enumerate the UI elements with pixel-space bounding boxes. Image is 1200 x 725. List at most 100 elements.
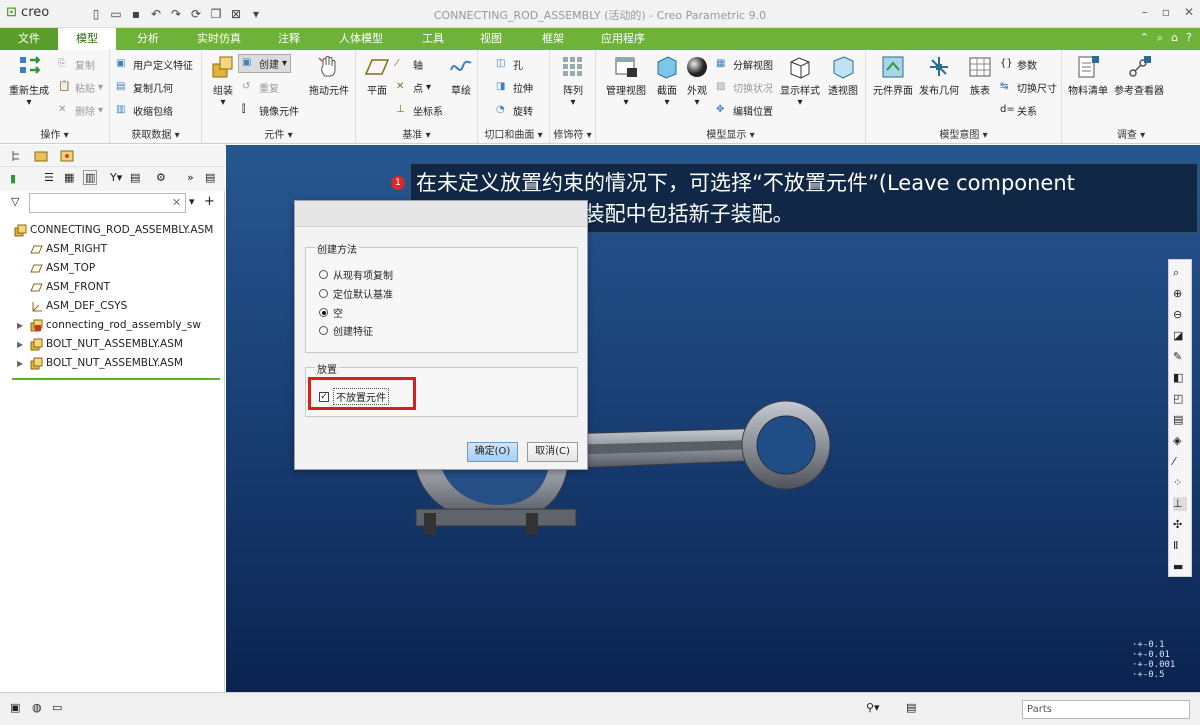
revolve-button[interactable]: ◔ 旋转 — [496, 103, 533, 119]
reference-viewer-button[interactable]: 参考查看器 — [1114, 54, 1164, 97]
tree-item[interactable]: ASM_RIGHT — [0, 240, 225, 259]
tree-list-icon[interactable]: ☰ — [44, 171, 54, 184]
tab-analysis[interactable]: 分析 — [122, 28, 174, 50]
repaint-icon[interactable]: ◪ — [1173, 329, 1187, 343]
favorites-tab-icon[interactable] — [60, 149, 74, 163]
show-navigator-icon[interactable]: ▣ — [10, 701, 26, 717]
ok-button[interactable]: 确定(O) — [467, 442, 518, 462]
group-label[interactable]: 调查 ▾ — [1062, 126, 1200, 141]
expand-panel-icon[interactable]: » — [187, 171, 194, 184]
tree-columns-icon[interactable]: ▦ — [64, 171, 74, 184]
csys-button[interactable]: ⊥ 坐标系 — [396, 103, 443, 119]
tree-item[interactable]: ASM_TOP — [0, 259, 225, 278]
delete-button[interactable]: ✕ 删除 ▾ — [58, 103, 103, 119]
explode-view-button[interactable]: ▦ 分解视图 — [716, 57, 773, 73]
display-style-icon[interactable]: ◧ — [1173, 371, 1187, 385]
spin-icon[interactable]: ✣ — [1173, 518, 1187, 532]
help-icon[interactable]: ? — [1186, 31, 1192, 45]
drag-component-button[interactable]: 拖动元件 — [306, 54, 352, 97]
copy-geometry-button[interactable]: ▤ 复制几何 — [116, 80, 173, 96]
toggle-status-button[interactable]: ▧ 切换状况 — [716, 80, 773, 96]
minimize-icon[interactable]: – — [1142, 5, 1148, 19]
paste-button[interactable]: 📋 粘贴 ▾ — [58, 80, 103, 96]
group-label[interactable]: 模型显示 ▾ — [596, 126, 865, 141]
create-button[interactable]: ▣ 创建 ▾ — [238, 54, 292, 73]
tab-tools[interactable]: 工具 — [410, 28, 456, 50]
annotation-display-icon[interactable]: ▬ — [1173, 560, 1187, 574]
model-tree-tab-icon[interactable] — [10, 149, 24, 163]
tree-settings-icon[interactable]: ▤ — [130, 171, 140, 184]
cancel-button[interactable]: 取消(C) — [527, 442, 578, 462]
settings-gear-icon[interactable]: ⚙ — [156, 171, 166, 184]
relations-button[interactable]: d= 关系 — [1000, 103, 1037, 119]
radio-empty[interactable]: 空 — [319, 305, 343, 320]
mirror-component-button[interactable]: ⫿ 镜像元件 — [242, 103, 299, 119]
refit-icon[interactable]: ⌕ — [1173, 266, 1187, 280]
full-screen-icon[interactable]: ▭ — [52, 701, 68, 717]
point-display-icon[interactable]: ⁘ — [1173, 476, 1187, 490]
publish-geometry-button[interactable]: 发布几何 — [916, 54, 962, 97]
saved-orientations-icon[interactable]: ◰ — [1173, 392, 1187, 406]
repeat-button[interactable]: ↺ 重复 — [242, 80, 279, 96]
display-style-button[interactable]: 显示样式 ▾ — [778, 54, 822, 108]
group-label[interactable]: 元件 ▾ — [202, 126, 355, 141]
clear-filter-icon[interactable]: ✕ — [172, 196, 181, 209]
switch-dimensions-button[interactable]: ↹ 切换尺寸 — [1000, 80, 1057, 96]
tab-live-simulation[interactable]: 实时仿真 — [184, 28, 254, 50]
shrinkwrap-button[interactable]: ▥ 收缩包络 — [116, 103, 173, 119]
tree-filters-icon[interactable]: Y▾ — [110, 171, 122, 184]
component-interface-button[interactable]: 元件界面 — [870, 54, 916, 97]
tree-item[interactable]: CONNECTING_ROD_ASSEMBLY.ASM — [0, 221, 225, 240]
group-label[interactable]: 修饰符 ▾ — [550, 126, 595, 141]
tree-item[interactable]: ▶ BOLT_NUT_ASSEMBLY.ASM — [0, 354, 225, 373]
tree-item[interactable]: ▶ BOLT_NUT_ASSEMBLY.ASM — [0, 335, 225, 354]
group-label[interactable]: 获取数据 ▾ — [110, 126, 201, 141]
tree-item[interactable]: ASM_DEF_CSYS — [0, 297, 225, 316]
view-manager-icon[interactable]: ▤ — [1173, 413, 1187, 427]
selection-filter-dropdown[interactable]: Parts — [1022, 700, 1190, 719]
extrude-button[interactable]: ◨ 拉伸 — [496, 80, 533, 96]
hat-icon[interactable]: ⌂ — [1171, 31, 1178, 45]
plane-button[interactable]: 平面 — [360, 54, 394, 97]
expand-arrow-icon[interactable]: ▶ — [17, 316, 23, 335]
group-label[interactable]: 模型意图 ▾ — [866, 126, 1061, 141]
add-filter-icon[interactable]: + — [204, 194, 215, 209]
find-icon[interactable]: ⚲▾ — [866, 701, 882, 717]
copy-button[interactable]: ⎘ 复制 — [58, 57, 95, 73]
tab-applications[interactable]: 应用程序 — [590, 28, 656, 50]
perspective-view-icon[interactable]: ◈ — [1173, 434, 1187, 448]
group-label[interactable]: 操作 ▾ — [0, 126, 109, 141]
spin-center-icon[interactable]: ✎ — [1173, 350, 1187, 364]
close-icon[interactable]: ✕ — [1184, 5, 1194, 19]
tree-search-input[interactable] — [29, 193, 186, 213]
selection-icon[interactable]: ▤ — [906, 701, 922, 717]
tab-framework[interactable]: 框架 — [530, 28, 576, 50]
dialog-header[interactable] — [295, 201, 587, 227]
csys-display-icon[interactable]: ⊥ — [1173, 497, 1187, 511]
radio-copy-existing[interactable]: 从现有项复制 — [319, 267, 393, 282]
perspective-button[interactable]: 透视图 — [824, 54, 862, 97]
search-icon[interactable]: ⌕ — [1157, 31, 1163, 45]
insert-here-marker[interactable] — [12, 378, 220, 380]
edit-position-button[interactable]: ✥ 编辑位置 — [716, 103, 773, 119]
udf-button[interactable]: ▣ 用户定义特征 — [116, 57, 193, 73]
hole-button[interactable]: ◫ 孔 — [496, 57, 523, 73]
point-button[interactable]: ✕ 点 ▾ — [396, 80, 431, 96]
folder-browser-tab-icon[interactable] — [34, 149, 48, 163]
pattern-button[interactable]: 阵列 ▾ — [556, 54, 590, 108]
group-label[interactable]: 基准 ▾ — [356, 126, 477, 141]
group-label[interactable]: 切口和曲面 ▾ — [478, 126, 549, 141]
zoom-in-icon[interactable]: ⊕ — [1173, 287, 1187, 301]
sketch-button[interactable]: 草绘 — [446, 54, 476, 97]
radio-locate-default-datums[interactable]: 定位默认基准 — [319, 286, 393, 301]
appearance-button[interactable]: 外观 ▾ — [682, 54, 712, 108]
expand-arrow-icon[interactable]: ▶ — [17, 354, 23, 373]
datum-display-icon[interactable]: ⁄ — [1173, 455, 1187, 469]
tree-item[interactable]: ▶ connecting_rod_assembly_sw — [0, 316, 225, 335]
filter-dropdown-icon[interactable]: ▾ — [189, 195, 195, 208]
expand-arrow-icon[interactable]: ▶ — [17, 335, 23, 354]
zoom-out-icon[interactable]: ⊖ — [1173, 308, 1187, 322]
tab-annotate[interactable]: 注释 — [266, 28, 312, 50]
maximize-icon[interactable]: ▫ — [1162, 5, 1170, 19]
tree-grid-icon[interactable]: ▥ — [83, 170, 98, 185]
